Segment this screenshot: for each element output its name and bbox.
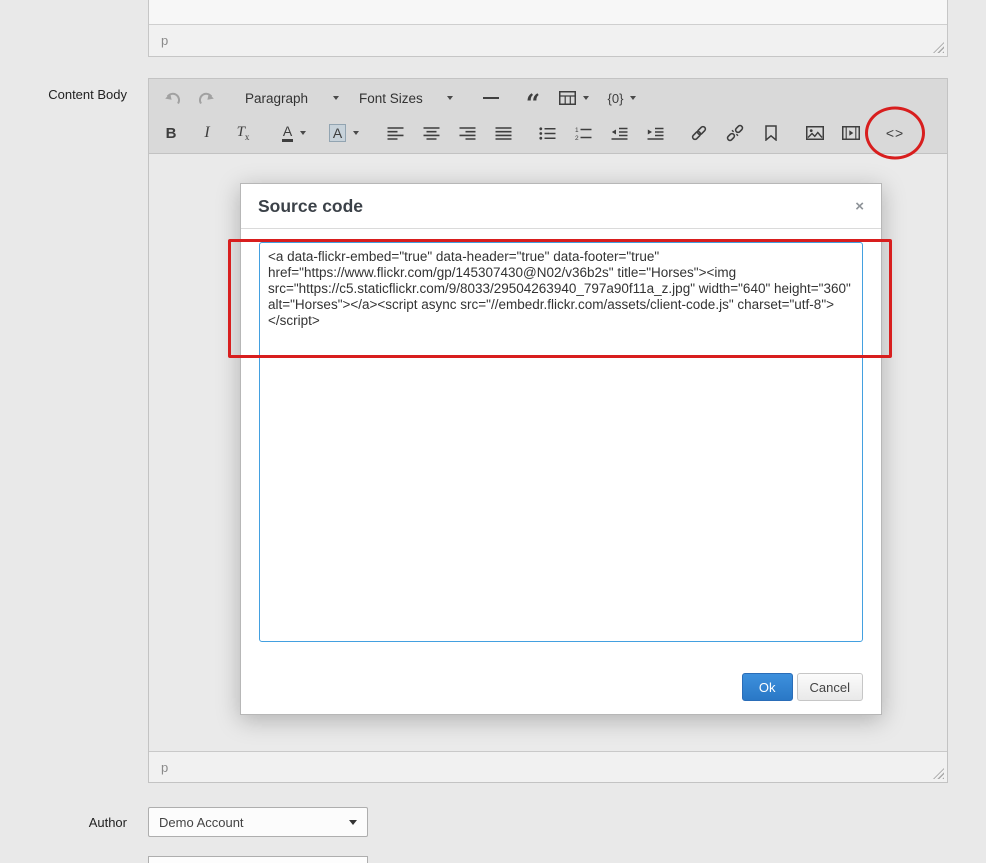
redo-icon — [198, 91, 216, 106]
chevron-down-icon — [353, 131, 360, 135]
undo-icon — [163, 91, 180, 106]
italic-icon: I — [204, 124, 210, 141]
numbered-list-button[interactable]: 12 — [568, 120, 598, 146]
dialog-title: Source code — [258, 195, 364, 216]
bold-button[interactable]: B — [156, 120, 186, 146]
redo-button[interactable] — [192, 85, 222, 111]
blockquote-icon: “ — [525, 88, 541, 118]
author-label: Author — [88, 815, 127, 830]
svg-text:2: 2 — [575, 135, 579, 140]
font-sizes-dropdown[interactable]: Font Sizes — [350, 85, 462, 111]
align-justify-button[interactable] — [488, 120, 518, 146]
editor-toolbar: Paragraph Font Sizes “ {0} B I Tx A A 1 … — [149, 79, 947, 160]
resize-grip[interactable] — [933, 768, 944, 779]
clear-formatting-button[interactable]: Tx — [228, 120, 258, 146]
blockquote-button[interactable]: “ — [518, 85, 548, 118]
bullet-list-button[interactable] — [532, 120, 562, 146]
cancel-button[interactable]: Cancel — [796, 673, 863, 701]
link-icon — [690, 124, 708, 142]
toolbar-row-1: Paragraph Font Sizes “ {0} — [153, 81, 943, 118]
table-dropdown-button[interactable] — [554, 85, 594, 111]
chevron-down-icon — [630, 96, 637, 100]
indent-icon — [647, 127, 664, 140]
dialog-header[interactable]: Source code × — [241, 184, 881, 229]
element-path[interactable]: p — [161, 760, 168, 775]
bullet-list-icon — [538, 126, 556, 140]
bold-icon: B — [165, 124, 177, 142]
align-center-button[interactable] — [416, 120, 446, 146]
source-code-dialog: Source code × <a data-flickr-embed="true… — [240, 183, 882, 715]
ok-button[interactable]: Ok — [741, 673, 793, 701]
remove-link-button[interactable] — [720, 120, 750, 146]
align-left-button[interactable] — [380, 120, 410, 146]
align-center-icon — [423, 126, 440, 140]
insert-image-button[interactable] — [800, 120, 830, 146]
dialog-footer: Ok Cancel — [241, 673, 881, 714]
editor-above: p — [148, 0, 948, 57]
italic-button[interactable]: I — [192, 120, 222, 146]
numbered-list-icon: 12 — [575, 127, 592, 140]
paragraph-format-value: Paragraph — [245, 90, 309, 106]
horizontal-rule-icon — [483, 97, 499, 99]
align-right-button[interactable] — [452, 120, 482, 146]
outdent-button[interactable] — [604, 120, 634, 146]
media-icon — [842, 126, 860, 140]
align-right-icon — [459, 126, 476, 140]
page: p Content Body Paragraph Font Sizes “ {0… — [0, 0, 986, 863]
insert-media-button[interactable] — [836, 120, 866, 146]
clear-formatting-icon: Tx — [236, 124, 250, 142]
outdent-icon — [611, 127, 628, 140]
image-icon — [806, 126, 824, 140]
token-dropdown-button[interactable]: {0} — [600, 85, 644, 111]
author-select-value: Demo Account — [159, 814, 244, 830]
next-field-partial[interactable] — [148, 856, 368, 863]
editor-above-statusbar: p — [149, 25, 947, 56]
content-body-label: Content Body — [48, 87, 127, 102]
unlink-icon — [726, 124, 744, 142]
insert-link-button[interactable] — [684, 120, 714, 146]
chevron-down-icon — [300, 131, 307, 135]
svg-text:1: 1 — [575, 127, 579, 134]
background-color-button[interactable]: A — [322, 120, 366, 146]
dialog-body: <a data-flickr-embed="true" data-header=… — [241, 229, 881, 673]
chevron-down-icon — [349, 819, 357, 825]
paragraph-format-dropdown[interactable]: Paragraph — [236, 85, 348, 111]
horizontal-rule-button[interactable] — [476, 85, 506, 111]
undo-button[interactable] — [156, 85, 186, 111]
close-icon[interactable]: × — [855, 198, 864, 215]
source-code-textarea[interactable]: <a data-flickr-embed="true" data-header=… — [259, 242, 863, 642]
background-color-icon: A — [328, 124, 347, 142]
align-justify-icon — [495, 126, 512, 140]
author-select[interactable]: Demo Account — [148, 807, 368, 837]
indent-button[interactable] — [640, 120, 670, 146]
bookmark-icon — [764, 125, 778, 141]
editor-statusbar: p — [149, 751, 947, 782]
text-color-button[interactable]: A — [272, 120, 316, 146]
element-path[interactable]: p — [161, 33, 168, 48]
table-icon — [559, 91, 576, 105]
chevron-down-icon — [333, 96, 339, 100]
toolbar-row-2: B I Tx A A 1 2 <> — [153, 106, 943, 160]
chevron-down-icon — [583, 96, 589, 100]
anchor-button[interactable] — [756, 120, 786, 146]
chevron-down-icon — [447, 96, 453, 100]
source-code-button[interactable]: <> — [865, 106, 925, 160]
source-code-icon: <> — [885, 125, 905, 141]
resize-grip[interactable] — [933, 42, 944, 53]
align-left-icon — [387, 126, 404, 140]
editor-above-content[interactable] — [149, 0, 947, 25]
token-icon: {0} — [607, 90, 624, 106]
font-sizes-value: Font Sizes — [359, 90, 423, 106]
text-color-icon: A — [281, 124, 294, 142]
